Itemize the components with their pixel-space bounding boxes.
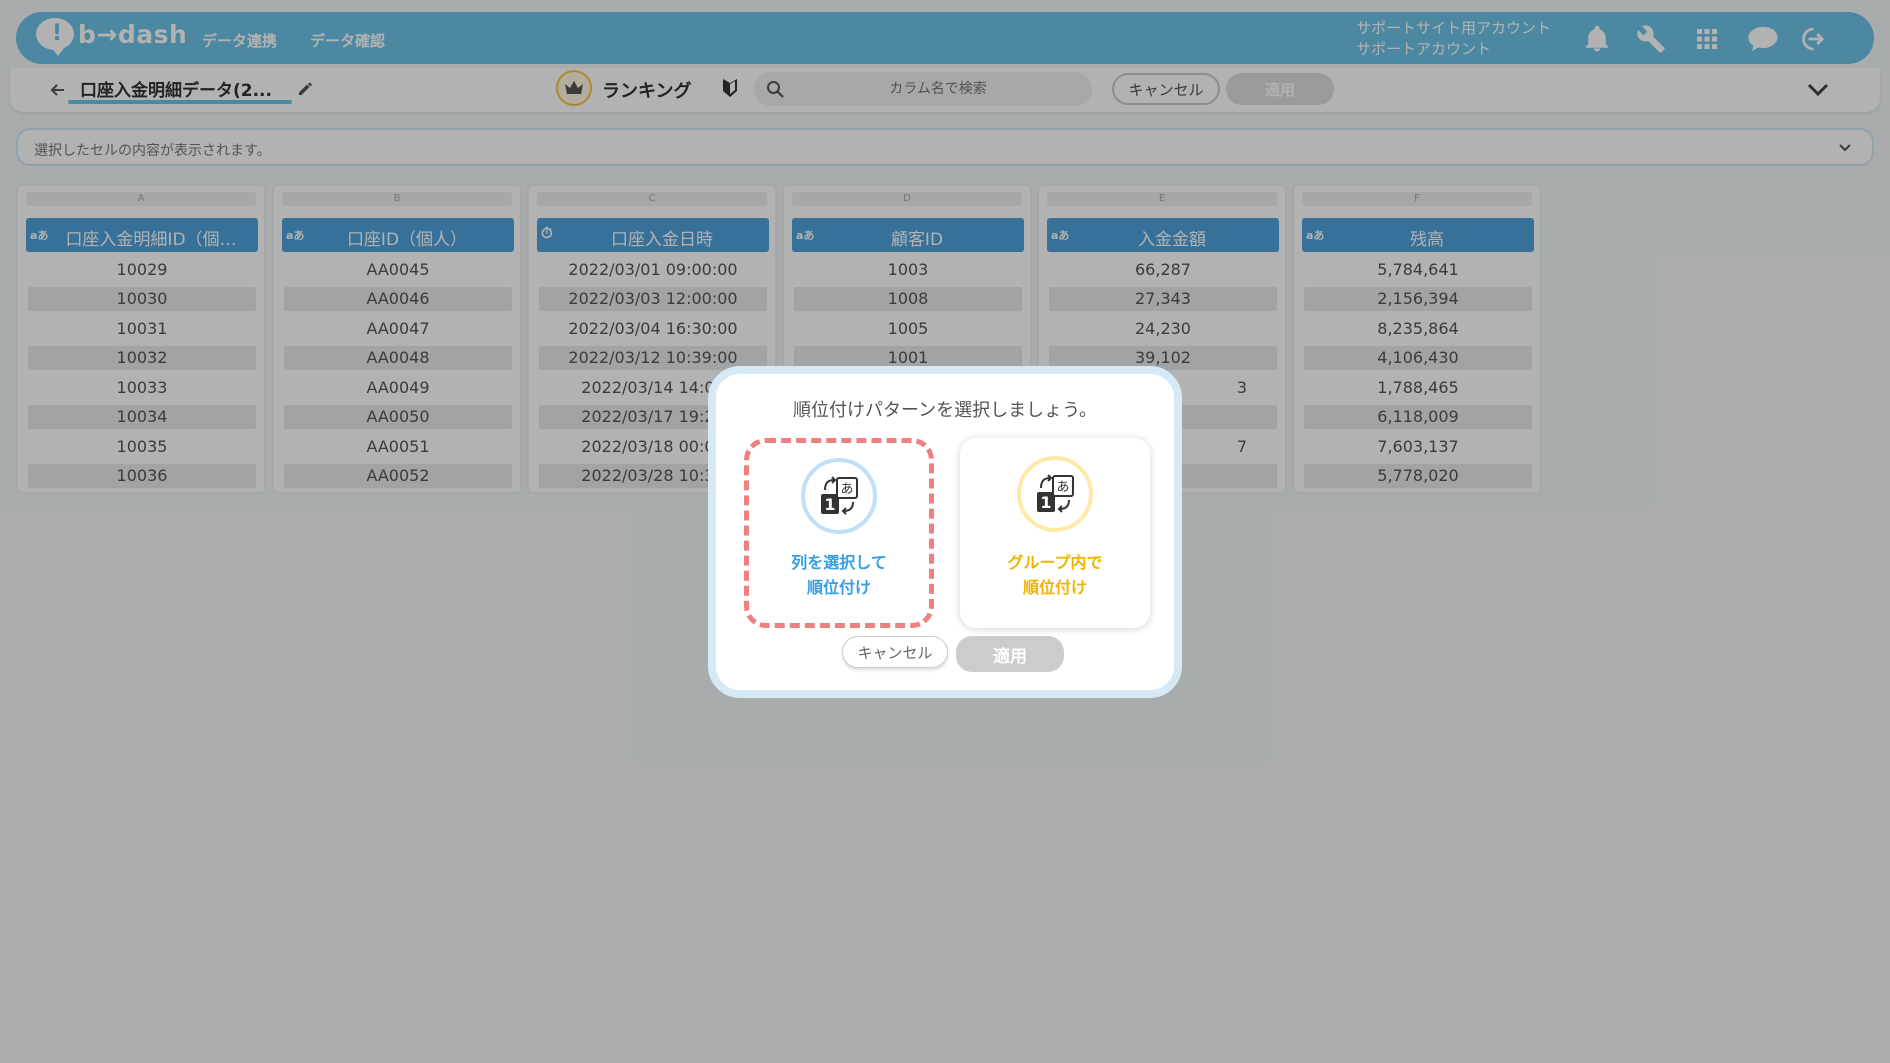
svg-text:あ: あ: [840, 482, 853, 497]
option-label-line: 列を選択して: [791, 553, 887, 572]
svg-text:1: 1: [1040, 493, 1051, 512]
rank-icon-circle: 1 あ: [1017, 456, 1093, 532]
ranking-pattern-dialog: 順位付けパターンを選択しましょう。 1 あ 列を選択して 順位付け 1 あ グル…: [708, 366, 1182, 698]
dialog-cancel-button[interactable]: キャンセル: [842, 636, 948, 668]
dialog-apply-button[interactable]: 適用: [956, 636, 1064, 672]
rank-by-column-option[interactable]: 1 あ 列を選択して 順位付け: [744, 438, 934, 628]
option-label-line: 順位付け: [806, 578, 871, 597]
option-label-line: 順位付け: [1022, 578, 1087, 597]
option-label-line: グループ内で: [1007, 553, 1103, 572]
option-label: 列を選択して 順位付け: [749, 550, 929, 600]
rank-number-kana-icon: 1 あ: [1037, 474, 1074, 513]
rank-within-group-option[interactable]: 1 あ グループ内で 順位付け: [960, 438, 1150, 628]
svg-text:あ: あ: [1056, 480, 1069, 495]
svg-text:1: 1: [824, 495, 835, 514]
option-label: グループ内で 順位付け: [960, 550, 1150, 600]
rank-icon-circle: 1 あ: [801, 458, 877, 534]
rank-number-kana-icon: 1 あ: [821, 476, 858, 515]
dialog-title: 順位付けパターンを選択しましょう。: [792, 400, 1098, 421]
